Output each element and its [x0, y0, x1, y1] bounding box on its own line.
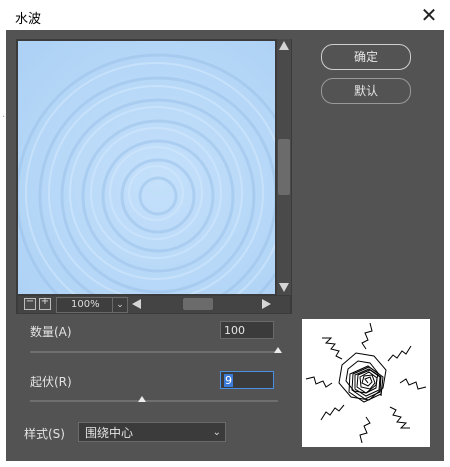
vertical-scroll-thumb[interactable] [278, 139, 290, 195]
amount-slider-thumb[interactable] [274, 347, 282, 353]
chevron-down-icon: ⌄ [212, 427, 221, 438]
edge-mark: · [2, 112, 6, 123]
preview-vertical-scrollbar[interactable] [277, 39, 291, 295]
zoom-in-button[interactable]: + [39, 296, 51, 310]
zoom-in-icon: + [40, 296, 50, 307]
preview-image[interactable] [18, 41, 275, 294]
ridges-field[interactable]: 9 [220, 371, 274, 389]
zigzag-thumbnail-icon [305, 322, 427, 444]
zoom-out-button[interactable]: − [24, 296, 36, 310]
amount-field[interactable]: 100 [220, 321, 274, 339]
chevron-down-icon[interactable]: ⌄ [112, 297, 128, 313]
amount-slider-track[interactable] [30, 351, 278, 353]
style-select[interactable]: 围绕中心 ⌄ [78, 422, 226, 442]
horizontal-scroll-thumb[interactable] [183, 298, 213, 310]
arrow-up-icon[interactable] [279, 41, 289, 50]
close-icon[interactable]: ✕ [414, 2, 444, 28]
zoom-select[interactable]: 100% ⌄ [56, 297, 128, 313]
arrow-right-icon[interactable] [262, 299, 271, 309]
default-button[interactable]: 默认 [321, 78, 411, 104]
amount-label: 数量(A) [30, 325, 72, 339]
ridges-slider-thumb[interactable] [137, 396, 146, 402]
ridges-label: 起伏(R) [30, 375, 72, 389]
style-selected: 围绕中心 [85, 426, 134, 440]
style-label: 样式(S) [24, 427, 65, 441]
arrow-left-icon[interactable] [132, 299, 141, 309]
preview-panel: − + 100% ⌄ [16, 39, 292, 314]
zoom-value: 100% [71, 299, 100, 310]
window-title: 水波 [15, 12, 42, 27]
ridges-value: 9 [224, 374, 233, 387]
zigzag-filter-dialog: − + 100% ⌄ 确定 默认 数量(A) 100 起伏(R) 9 样式(S)… [6, 30, 444, 461]
ripple-preview [18, 41, 275, 294]
title-bar: 水波 ✕ [0, 0, 450, 30]
style-thumbnail [302, 319, 430, 447]
preview-bottom-bar: − + 100% ⌄ [18, 296, 290, 313]
arrow-down-icon[interactable] [279, 283, 289, 292]
ridges-slider-track[interactable] [30, 400, 278, 402]
ok-button[interactable]: 确定 [321, 44, 411, 70]
zoom-out-icon: − [25, 296, 35, 307]
